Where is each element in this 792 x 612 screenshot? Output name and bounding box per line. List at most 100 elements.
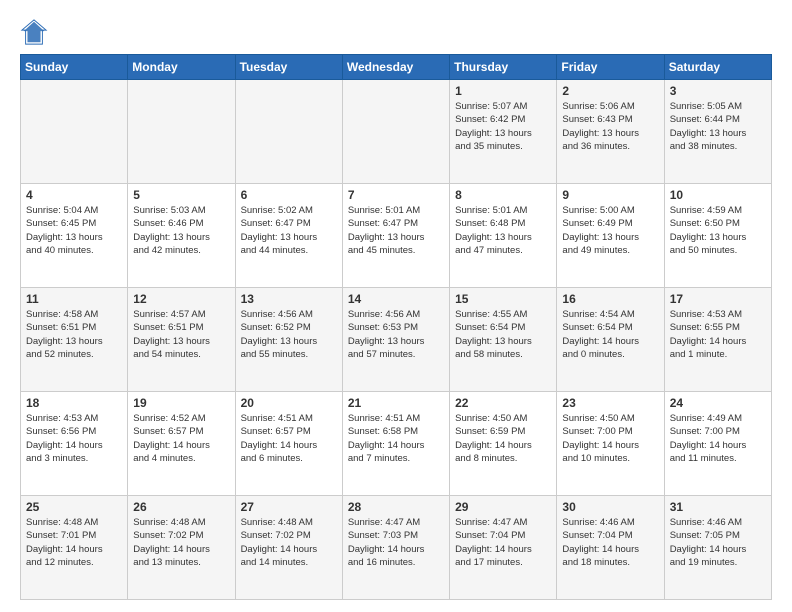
calendar-cell-w5d7: 31 Sunrise: 4:46 AM Sunset: 7:05 PM Dayli…: [664, 496, 771, 600]
day-number: 23: [562, 396, 658, 410]
calendar-cell-w1d4: [342, 80, 449, 184]
day-info: Sunrise: 4:49 AM Sunset: 7:00 PM Dayligh…: [670, 412, 766, 465]
day-info: Sunrise: 4:56 AM Sunset: 6:53 PM Dayligh…: [348, 308, 444, 361]
day-number: 16: [562, 292, 658, 306]
calendar-cell-w3d6: 16 Sunrise: 4:54 AM Sunset: 6:54 PM Dayli…: [557, 288, 664, 392]
weekday-header-saturday: Saturday: [664, 55, 771, 80]
day-number: 17: [670, 292, 766, 306]
weekday-header-friday: Friday: [557, 55, 664, 80]
calendar-week-4: 18Sunrise: 4:53 AM Sunset: 6:56 PM Dayli…: [21, 392, 772, 496]
calendar-cell-w4d3: 20 Sunrise: 4:51 AM Sunset: 6:57 PM Dayli…: [235, 392, 342, 496]
calendar-cell-w1d1: [21, 80, 128, 184]
day-info: Sunrise: 5:01 AM Sunset: 6:48 PM Dayligh…: [455, 204, 551, 257]
day-number: 30: [562, 500, 658, 514]
calendar-cell-w4d5: 22 Sunrise: 4:50 AM Sunset: 6:59 PM Dayli…: [450, 392, 557, 496]
day-info: Sunrise: 5:03 AM Sunset: 6:46 PM Dayligh…: [133, 204, 229, 257]
calendar-cell-w5d3: 27 Sunrise: 4:48 AM Sunset: 7:02 PM Dayli…: [235, 496, 342, 600]
day-number: 9: [562, 188, 658, 202]
day-info: Sunrise: 4:47 AM Sunset: 7:04 PM Dayligh…: [455, 516, 551, 569]
day-info: Sunrise: 4:53 AM Sunset: 6:56 PM Dayligh…: [26, 412, 122, 465]
page: SundayMondayTuesdayWednesdayThursdayFrid…: [0, 0, 792, 612]
day-info: Sunrise: 4:46 AM Sunset: 7:05 PM Dayligh…: [670, 516, 766, 569]
calendar-cell-w1d7: 3 Sunrise: 5:05 AM Sunset: 6:44 PM Daylig…: [664, 80, 771, 184]
day-info: Sunrise: 4:53 AM Sunset: 6:55 PM Dayligh…: [670, 308, 766, 361]
day-info: Sunrise: 5:07 AM Sunset: 6:42 PM Dayligh…: [455, 100, 551, 153]
calendar-cell-w3d1: 11Sunrise: 4:58 AM Sunset: 6:51 PM Dayli…: [21, 288, 128, 392]
day-number: 26: [133, 500, 229, 514]
day-info: Sunrise: 4:47 AM Sunset: 7:03 PM Dayligh…: [348, 516, 444, 569]
calendar-cell-w5d6: 30 Sunrise: 4:46 AM Sunset: 7:04 PM Dayli…: [557, 496, 664, 600]
calendar-header-row: SundayMondayTuesdayWednesdayThursdayFrid…: [21, 55, 772, 80]
day-info: Sunrise: 4:46 AM Sunset: 7:04 PM Dayligh…: [562, 516, 658, 569]
day-info: Sunrise: 5:02 AM Sunset: 6:47 PM Dayligh…: [241, 204, 337, 257]
day-number: 20: [241, 396, 337, 410]
calendar-table: SundayMondayTuesdayWednesdayThursdayFrid…: [20, 54, 772, 600]
calendar-cell-w5d2: 26 Sunrise: 4:48 AM Sunset: 7:02 PM Dayli…: [128, 496, 235, 600]
day-info: Sunrise: 5:04 AM Sunset: 6:45 PM Dayligh…: [26, 204, 122, 257]
day-info: Sunrise: 5:05 AM Sunset: 6:44 PM Dayligh…: [670, 100, 766, 153]
calendar-cell-w1d2: [128, 80, 235, 184]
day-info: Sunrise: 4:48 AM Sunset: 7:02 PM Dayligh…: [241, 516, 337, 569]
day-number: 28: [348, 500, 444, 514]
day-number: 3: [670, 84, 766, 98]
calendar-cell-w3d7: 17 Sunrise: 4:53 AM Sunset: 6:55 PM Dayli…: [664, 288, 771, 392]
calendar-cell-w1d5: 1 Sunrise: 5:07 AM Sunset: 6:42 PM Daylig…: [450, 80, 557, 184]
calendar-cell-w2d6: 9Sunrise: 5:00 AM Sunset: 6:49 PM Daylig…: [557, 184, 664, 288]
calendar-cell-w2d1: 4 Sunrise: 5:04 AM Sunset: 6:45 PM Daylig…: [21, 184, 128, 288]
day-number: 15: [455, 292, 551, 306]
weekday-header-sunday: Sunday: [21, 55, 128, 80]
day-number: 5: [133, 188, 229, 202]
calendar-cell-w4d6: 23 Sunrise: 4:50 AM Sunset: 7:00 PM Dayli…: [557, 392, 664, 496]
day-number: 25: [26, 500, 122, 514]
day-number: 19: [133, 396, 229, 410]
day-number: 2: [562, 84, 658, 98]
weekday-header-wednesday: Wednesday: [342, 55, 449, 80]
day-info: Sunrise: 4:50 AM Sunset: 7:00 PM Dayligh…: [562, 412, 658, 465]
day-number: 6: [241, 188, 337, 202]
calendar-cell-w3d4: 14 Sunrise: 4:56 AM Sunset: 6:53 PM Dayli…: [342, 288, 449, 392]
day-number: 14: [348, 292, 444, 306]
day-number: 27: [241, 500, 337, 514]
day-info: Sunrise: 4:48 AM Sunset: 7:02 PM Dayligh…: [133, 516, 229, 569]
day-info: Sunrise: 4:58 AM Sunset: 6:51 PM Dayligh…: [26, 308, 122, 361]
day-number: 24: [670, 396, 766, 410]
day-number: 22: [455, 396, 551, 410]
logo: [20, 18, 52, 46]
weekday-header-thursday: Thursday: [450, 55, 557, 80]
day-info: Sunrise: 4:57 AM Sunset: 6:51 PM Dayligh…: [133, 308, 229, 361]
day-number: 4: [26, 188, 122, 202]
day-info: Sunrise: 5:06 AM Sunset: 6:43 PM Dayligh…: [562, 100, 658, 153]
day-info: Sunrise: 4:54 AM Sunset: 6:54 PM Dayligh…: [562, 308, 658, 361]
calendar-week-5: 25Sunrise: 4:48 AM Sunset: 7:01 PM Dayli…: [21, 496, 772, 600]
calendar-cell-w4d7: 24 Sunrise: 4:49 AM Sunset: 7:00 PM Dayli…: [664, 392, 771, 496]
calendar-cell-w3d3: 13 Sunrise: 4:56 AM Sunset: 6:52 PM Dayli…: [235, 288, 342, 392]
calendar-cell-w5d1: 25Sunrise: 4:48 AM Sunset: 7:01 PM Dayli…: [21, 496, 128, 600]
calendar-cell-w4d2: 19Sunrise: 4:52 AM Sunset: 6:57 PM Dayli…: [128, 392, 235, 496]
calendar-cell-w5d4: 28 Sunrise: 4:47 AM Sunset: 7:03 PM Dayli…: [342, 496, 449, 600]
logo-icon: [20, 18, 48, 46]
calendar-cell-w2d3: 6 Sunrise: 5:02 AM Sunset: 6:47 PM Daylig…: [235, 184, 342, 288]
day-number: 21: [348, 396, 444, 410]
weekday-header-tuesday: Tuesday: [235, 55, 342, 80]
calendar-cell-w2d2: 5 Sunrise: 5:03 AM Sunset: 6:46 PM Daylig…: [128, 184, 235, 288]
day-number: 13: [241, 292, 337, 306]
day-number: 12: [133, 292, 229, 306]
day-info: Sunrise: 4:50 AM Sunset: 6:59 PM Dayligh…: [455, 412, 551, 465]
calendar-cell-w2d7: 10 Sunrise: 4:59 AM Sunset: 6:50 PM Dayli…: [664, 184, 771, 288]
day-number: 1: [455, 84, 551, 98]
day-info: Sunrise: 4:55 AM Sunset: 6:54 PM Dayligh…: [455, 308, 551, 361]
day-number: 31: [670, 500, 766, 514]
day-number: 8: [455, 188, 551, 202]
calendar-cell-w3d2: 12 Sunrise: 4:57 AM Sunset: 6:51 PM Dayli…: [128, 288, 235, 392]
calendar-cell-w1d6: 2 Sunrise: 5:06 AM Sunset: 6:43 PM Daylig…: [557, 80, 664, 184]
calendar-week-1: 1 Sunrise: 5:07 AM Sunset: 6:42 PM Daylig…: [21, 80, 772, 184]
calendar-cell-w3d5: 15 Sunrise: 4:55 AM Sunset: 6:54 PM Dayli…: [450, 288, 557, 392]
day-info: Sunrise: 4:56 AM Sunset: 6:52 PM Dayligh…: [241, 308, 337, 361]
day-number: 7: [348, 188, 444, 202]
calendar-body: 1 Sunrise: 5:07 AM Sunset: 6:42 PM Daylig…: [21, 80, 772, 600]
day-info: Sunrise: 4:51 AM Sunset: 6:57 PM Dayligh…: [241, 412, 337, 465]
day-number: 29: [455, 500, 551, 514]
day-info: Sunrise: 4:59 AM Sunset: 6:50 PM Dayligh…: [670, 204, 766, 257]
calendar-week-3: 11Sunrise: 4:58 AM Sunset: 6:51 PM Dayli…: [21, 288, 772, 392]
day-number: 10: [670, 188, 766, 202]
